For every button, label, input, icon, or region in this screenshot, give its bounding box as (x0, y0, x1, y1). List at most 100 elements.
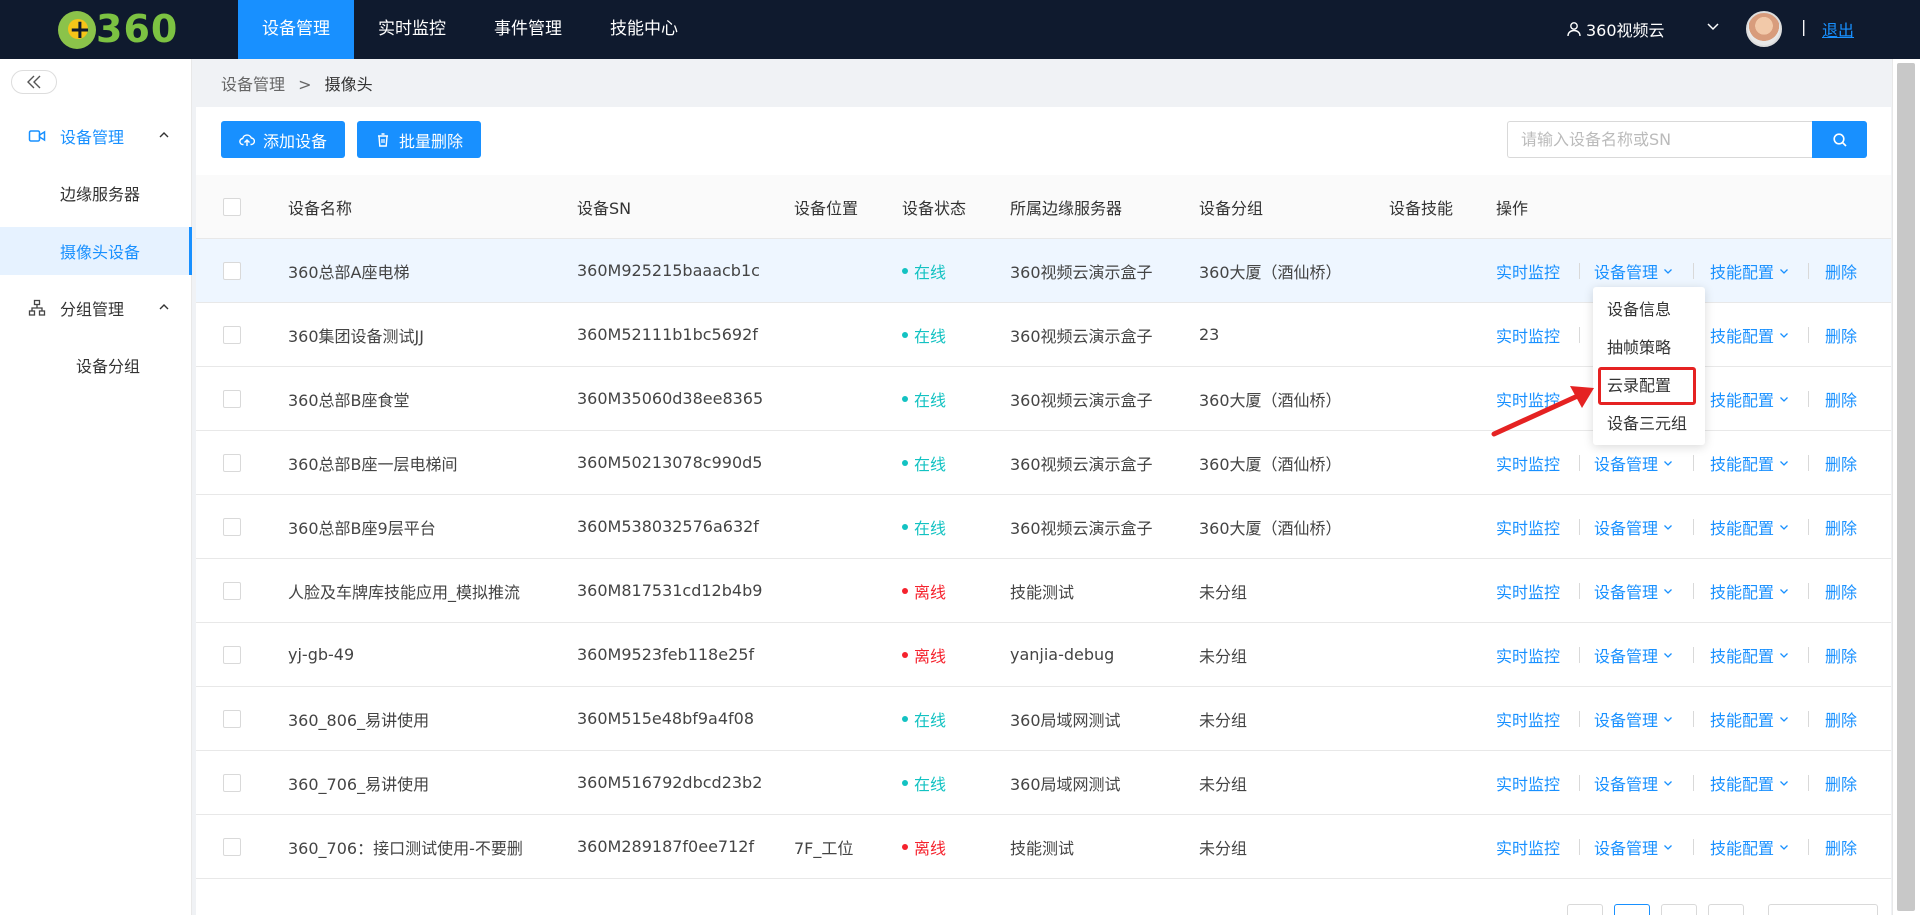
table-row[interactable]: 360_706_易讲使用 360M516792dbcd23b2 在线 360局域… (196, 751, 1891, 815)
device-manage-dropdown[interactable]: 设备管理 (1594, 495, 1673, 558)
skill-config-dropdown[interactable]: 技能配置 (1710, 751, 1789, 814)
user-menu[interactable]: 360视频云 (1566, 17, 1665, 41)
table-row[interactable]: 360_706：接口测试使用-不要删 360M289187f0ee712f 7F… (196, 815, 1891, 879)
live-monitor-link[interactable]: 实时监控 (1496, 751, 1560, 814)
row-checkbox[interactable] (223, 710, 241, 728)
sidebar-group-device-management[interactable]: 设备管理 (0, 116, 192, 156)
search-input[interactable] (1507, 121, 1813, 158)
live-monitor-link[interactable]: 实时监控 (1496, 431, 1560, 494)
device-manage-dropdown[interactable]: 设备管理 (1594, 751, 1673, 814)
nav-device-management[interactable]: 设备管理 (238, 0, 354, 59)
camera-icon (28, 130, 46, 142)
page-scrollbar-thumb[interactable] (1897, 63, 1915, 911)
live-monitor-link[interactable]: 实时监控 (1496, 623, 1560, 686)
skill-config-dropdown[interactable]: 技能配置 (1710, 367, 1789, 430)
delete-link[interactable]: 删除 (1825, 559, 1857, 622)
row-checkbox[interactable] (223, 326, 241, 344)
skill-config-dropdown[interactable]: 技能配置 (1710, 303, 1789, 366)
chevron-down-icon (1780, 460, 1788, 466)
skill-config-dropdown[interactable]: 技能配置 (1710, 687, 1789, 750)
skill-config-label: 技能配置 (1710, 582, 1775, 602)
skill-config-dropdown[interactable]: 技能配置 (1710, 623, 1789, 686)
delete-link[interactable]: 删除 (1825, 495, 1857, 558)
table-row[interactable]: 360总部B座9层平台 360M538032576a632f 在线 360视频云… (196, 495, 1891, 559)
delete-link[interactable]: 删除 (1825, 367, 1857, 430)
batch-delete-button[interactable]: 批量删除 (357, 121, 482, 158)
menu-item-device-triplet[interactable]: 设备三元组 (1593, 405, 1705, 443)
device-manage-dropdown[interactable]: 设备管理 (1594, 687, 1673, 750)
delete-link[interactable]: 删除 (1825, 303, 1857, 366)
table-row[interactable]: 360_806_易讲使用 360M515e48bf9a4f08 在线 360局域… (196, 687, 1891, 751)
delete-link[interactable]: 删除 (1825, 431, 1857, 494)
delete-link[interactable]: 删除 (1825, 751, 1857, 814)
device-manage-dropdown[interactable]: 设备管理 (1594, 559, 1673, 622)
live-monitor-link[interactable]: 实时监控 (1496, 687, 1560, 750)
pagination-page-button[interactable] (1661, 904, 1697, 915)
op-divider (1808, 327, 1809, 343)
live-monitor-link[interactable]: 实时监控 (1496, 815, 1560, 878)
status-badge: 在线 (902, 367, 946, 430)
delete-link[interactable]: 删除 (1825, 815, 1857, 878)
row-checkbox[interactable] (223, 518, 241, 536)
table-row[interactable]: yj-gb-49 360M9523feb118e25f 离线 yanjia-de… (196, 623, 1891, 687)
skill-config-dropdown[interactable]: 技能配置 (1710, 239, 1789, 302)
row-checkbox[interactable] (223, 774, 241, 792)
delete-link[interactable]: 删除 (1825, 239, 1857, 302)
sidebar-collapse-button[interactable] (11, 70, 57, 94)
sidebar-item-edge-server[interactable]: 边缘服务器 (0, 169, 192, 217)
sidebar-group-group-management[interactable]: 分组管理 (0, 288, 192, 328)
row-checkbox[interactable] (223, 454, 241, 472)
live-monitor-link[interactable]: 实时监控 (1496, 559, 1560, 622)
device-manage-dropdown[interactable]: 设备管理 (1594, 815, 1673, 878)
menu-item-frame-strategy[interactable]: 抽帧策略 (1593, 329, 1705, 367)
menu-item-device-info[interactable]: 设备信息 (1593, 291, 1705, 329)
live-monitor-link[interactable]: 实时监控 (1496, 495, 1560, 558)
pagination-prev-button[interactable] (1567, 904, 1603, 915)
avatar[interactable] (1746, 11, 1782, 47)
skill-config-dropdown[interactable]: 技能配置 (1710, 815, 1789, 878)
chevron-down-icon (1780, 652, 1788, 658)
device-sn: 360M289187f0ee712f (577, 837, 755, 856)
logout-link[interactable]: 退出 (1822, 17, 1854, 41)
nav-skill-center[interactable]: 技能中心 (586, 0, 702, 59)
table-row[interactable]: 人脸及车牌库技能应用_模拟推流 360M817531cd12b4b9 离线 技能… (196, 559, 1891, 623)
breadcrumb-parent[interactable]: 设备管理 (221, 75, 285, 94)
column-header: 操作 (1496, 198, 1529, 218)
select-all-checkbox[interactable] (223, 198, 241, 216)
status-dot-icon (902, 395, 908, 402)
sidebar-item-camera-devices[interactable]: 摄像头设备 (0, 227, 192, 275)
pagination-next-button[interactable] (1708, 904, 1744, 915)
main-nav: 设备管理 实时监控 事件管理 技能中心 (238, 0, 702, 59)
device-sn: 360M817531cd12b4b9 (577, 581, 763, 600)
chevron-down-icon (1780, 524, 1788, 530)
row-checkbox[interactable] (223, 262, 241, 280)
column-header: 设备分组 (1199, 198, 1264, 218)
op-divider (1808, 647, 1809, 663)
skill-config-dropdown[interactable]: 技能配置 (1710, 559, 1789, 622)
row-checkbox[interactable] (223, 390, 241, 408)
sidebar-item-device-groups[interactable]: 设备分组 (0, 341, 192, 389)
delete-link[interactable]: 删除 (1825, 687, 1857, 750)
skill-config-dropdown[interactable]: 技能配置 (1710, 495, 1789, 558)
row-checkbox[interactable] (223, 582, 241, 600)
live-monitor-link[interactable]: 实时监控 (1496, 303, 1560, 366)
device-manage-dropdown[interactable]: 设备管理 (1594, 623, 1673, 686)
op-divider (1808, 839, 1809, 855)
device-name: 360总部B座一层电梯间 (288, 454, 458, 474)
nav-live-monitor[interactable]: 实时监控 (354, 0, 470, 59)
pagination-page-button[interactable] (1614, 904, 1650, 915)
page-size-select[interactable] (1768, 904, 1878, 915)
add-device-button[interactable]: 添加设备 (221, 121, 346, 158)
nav-event-management[interactable]: 事件管理 (470, 0, 586, 59)
chevron-down-icon[interactable] (1706, 19, 1720, 33)
row-checkbox[interactable] (223, 838, 241, 856)
skill-config-dropdown[interactable]: 技能配置 (1710, 431, 1789, 494)
op-divider (1808, 775, 1809, 791)
brand-logo[interactable]: + 360 (58, 7, 208, 51)
live-monitor-link[interactable]: 实时监控 (1496, 239, 1560, 302)
delete-link[interactable]: 删除 (1825, 623, 1857, 686)
op-divider (1808, 711, 1809, 727)
row-checkbox[interactable] (223, 646, 241, 664)
search-button[interactable] (1812, 121, 1867, 158)
device-group: 360大厦（酒仙桥） (1199, 390, 1342, 410)
